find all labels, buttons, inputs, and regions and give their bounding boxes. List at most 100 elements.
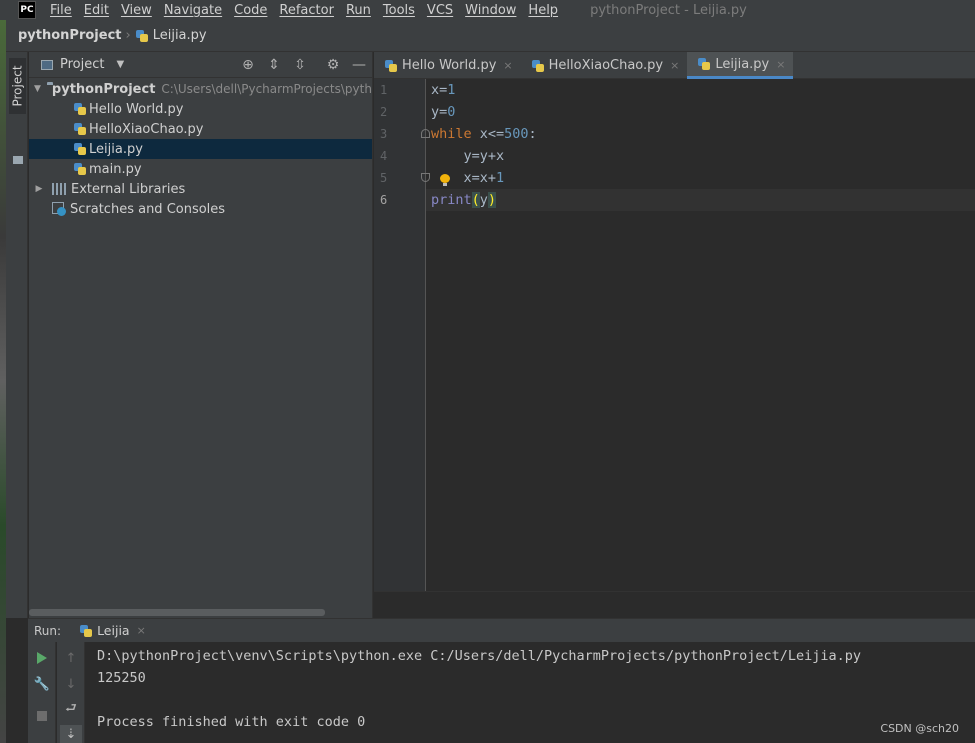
collapse-all-icon[interactable]: ⇳ [292, 57, 308, 73]
tree-item-helloxiaochao[interactable]: HelloXiaoChao.py [29, 119, 372, 139]
tab-leijia[interactable]: Leijia.py × [687, 52, 794, 79]
tree-item-label: Scratches and Consoles [70, 201, 226, 217]
tree-item-label: External Libraries [71, 181, 186, 197]
fold-end-marker-icon[interactable] [421, 173, 430, 182]
chevron-down-icon[interactable]: ▼ [116, 59, 124, 70]
tool-window-stripe: Project [6, 52, 28, 618]
scroll-to-end-icon[interactable]: ⇣ [60, 725, 82, 743]
hide-panel-icon[interactable]: — [351, 57, 367, 73]
navigation-bar: pythonProject › Leijia.py [6, 20, 975, 52]
tree-item-path: C:\Users\dell\PycharmProjects\pytho [161, 82, 373, 96]
soft-wrap-icon[interactable]: ⮐ [62, 701, 80, 719]
project-view-selector[interactable]: Project [60, 57, 104, 72]
code-editor[interactable]: 1 2 3 4 5 6 x=1 y=0 while x<=500: y=y+x … [374, 79, 975, 591]
tree-item-leijia[interactable]: Leijia.py [29, 139, 372, 159]
watermark: CSDN @sch20 [880, 722, 959, 735]
menu-refactor[interactable]: Refactor [279, 3, 334, 18]
wrench-icon[interactable]: 🔧 [33, 675, 51, 693]
line-number-current: 6 [380, 193, 388, 207]
folder-icon [13, 156, 23, 164]
editor-footer [374, 591, 975, 618]
tree-item-hello-world[interactable]: Hello World.py [29, 99, 372, 119]
library-icon [52, 183, 66, 195]
tree-item-label: main.py [89, 161, 142, 177]
tree-item-main[interactable]: main.py [29, 159, 372, 179]
python-file-icon [73, 142, 87, 156]
python-file-icon [531, 59, 545, 73]
code-line-3: while x<=500: [431, 126, 537, 142]
arrow-down-icon[interactable]: ↓ [62, 675, 80, 693]
line-number: 2 [380, 105, 388, 119]
tab-label: Leijia.py [715, 56, 770, 72]
menu-edit[interactable]: Edit [84, 3, 109, 18]
menu-file[interactable]: File [50, 3, 72, 18]
project-panel-header: Project ▼ ⊕ ⇕ ⇳ ⚙ — [29, 52, 372, 78]
tree-item-scratches[interactable]: Scratches and Consoles [29, 199, 372, 219]
menu-code[interactable]: Code [234, 3, 267, 18]
horizontal-scrollbar[interactable] [29, 609, 325, 616]
expand-all-icon[interactable]: ⇕ [266, 57, 282, 73]
run-panel: 🔧 ↑ ↓ ⮐ ⇣ D:\pythonProject\venv\Scripts\… [28, 642, 975, 743]
close-icon[interactable]: × [137, 624, 146, 637]
code-line-6: print(y) [431, 192, 497, 208]
run-tab-label: Leijia [97, 623, 130, 638]
menu-tools[interactable]: Tools [383, 3, 415, 18]
breadcrumb-separator: › [125, 28, 131, 43]
tree-item-label: Leijia.py [89, 141, 143, 157]
code-line-1: x=1 [431, 82, 456, 98]
scratches-icon [52, 202, 66, 216]
gear-icon[interactable]: ⚙ [325, 57, 341, 73]
menu-navigate[interactable]: Navigate [164, 3, 222, 18]
editor-tabs: Hello World.py × HelloXiaoChao.py × Leij… [374, 52, 975, 79]
run-panel-header: Run: Leijia × [28, 618, 975, 643]
menu-window[interactable]: Window [465, 3, 516, 18]
code-line-5: x=x+1 [431, 170, 505, 186]
locate-file-icon[interactable]: ⊕ [240, 57, 256, 73]
run-toolbar-primary: 🔧 [28, 642, 56, 743]
console-command-line: D:\pythonProject\venv\Scripts\python.exe… [97, 648, 862, 664]
tab-helloxiaochao[interactable]: HelloXiaoChao.py × [521, 52, 688, 79]
chevron-down-icon[interactable]: ▼ [34, 84, 41, 94]
fold-marker-icon[interactable] [421, 129, 430, 138]
python-file-icon [384, 59, 398, 73]
breadcrumb-project[interactable]: pythonProject [18, 28, 122, 43]
python-file-icon [73, 102, 87, 116]
tree-item-external-libraries[interactable]: ▶ External Libraries [29, 179, 372, 199]
project-tool-button[interactable]: Project [9, 58, 26, 114]
menu-vcs[interactable]: VCS [427, 3, 453, 18]
tab-label: Hello World.py [402, 58, 497, 73]
menu-help[interactable]: Help [528, 3, 558, 18]
tree-item-label: Hello World.py [89, 101, 184, 117]
menu-run[interactable]: Run [346, 3, 371, 18]
tab-hello-world[interactable]: Hello World.py × [374, 52, 521, 79]
run-label: Run: [34, 623, 62, 638]
tree-item-label: pythonProject [51, 81, 156, 97]
breadcrumb-file[interactable]: Leijia.py [153, 28, 207, 43]
close-icon[interactable]: × [776, 58, 785, 71]
rerun-icon[interactable] [37, 652, 47, 664]
pycharm-logo-icon: PC [18, 1, 36, 19]
menu-view[interactable]: View [121, 3, 152, 18]
stop-icon[interactable] [37, 711, 47, 721]
chevron-right-icon[interactable]: ▶ [34, 184, 44, 194]
arrow-up-icon[interactable]: ↑ [62, 649, 80, 667]
menu-bar: PC File Edit View Navigate Code Refactor… [0, 0, 975, 20]
line-number: 4 [380, 149, 388, 163]
line-number: 1 [380, 83, 388, 97]
run-tab-leijia[interactable]: Leijia × [73, 618, 152, 643]
current-line-highlight [426, 189, 975, 211]
close-icon[interactable]: × [503, 59, 512, 72]
tree-item-project-root[interactable]: ▼ pythonProject C:\Users\dell\PycharmPro… [29, 79, 373, 99]
python-file-icon [73, 122, 87, 136]
line-number-gutter[interactable]: 1 2 3 4 5 6 [374, 79, 430, 591]
line-number: 3 [380, 127, 388, 141]
tab-label: HelloXiaoChao.py [548, 58, 664, 73]
console-exit-line: Process finished with exit code 0 [97, 714, 366, 730]
close-icon[interactable]: × [670, 59, 679, 72]
run-toolbar-secondary: ↑ ↓ ⮐ ⇣ [57, 642, 85, 743]
python-file-icon [135, 29, 149, 43]
project-panel: Project ▼ ⊕ ⇕ ⇳ ⚙ — ▼ pythonProject C:\U… [29, 52, 373, 618]
line-number: 5 [380, 171, 388, 185]
code-line-2: y=0 [431, 104, 456, 120]
project-tool-label: Project [10, 65, 25, 107]
